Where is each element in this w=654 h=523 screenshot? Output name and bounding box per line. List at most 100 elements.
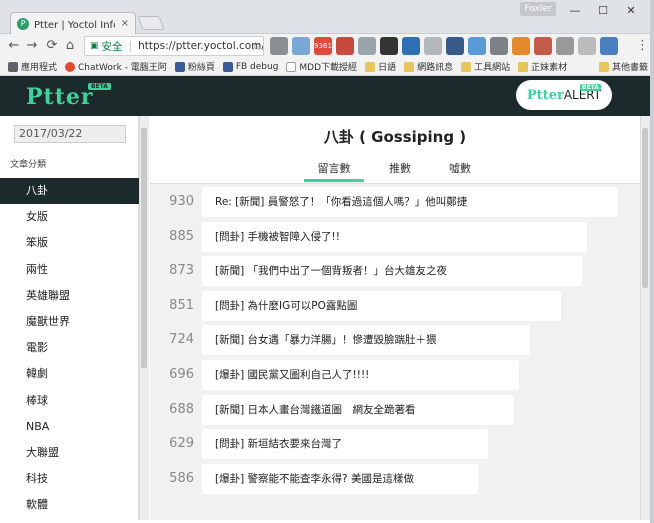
bookmark-item[interactable]: MDD下載授經 <box>286 60 357 73</box>
post-title-card[interactable]: [問卦] 手機被智障入侵了!! <box>202 221 587 252</box>
post-comment-count: 629 <box>169 436 194 452</box>
post-title-card[interactable]: [新聞] 日本人畫台灣鐵道圖 網友全跪著看 <box>202 394 514 425</box>
folder-icon <box>365 61 376 72</box>
post-title-card[interactable]: [新聞] 「我們中出了一個背叛者！」台大雄友之夜 <box>202 256 582 287</box>
forward-arrow-icon[interactable]: → <box>24 37 40 55</box>
facebook-icon <box>222 61 233 72</box>
sidebar-category-item[interactable]: NBA <box>0 414 139 440</box>
bookmark-folder[interactable]: 網路訊息 <box>404 60 453 73</box>
extension-icon[interactable] <box>578 37 596 55</box>
post-title-card[interactable]: [新聞] 台女遇「暴力洋腸」！慘遭毀臉踹肚＋猥 <box>202 325 530 356</box>
post-title-card[interactable]: [問卦] 為什麼IG可以PO露點圖 <box>202 290 561 321</box>
lock-icon: ▣ <box>90 41 99 51</box>
extension-icon[interactable] <box>512 37 530 55</box>
folder-icon <box>518 61 529 72</box>
date-picker[interactable]: 2017/03/22 <box>14 125 126 143</box>
browser-tab-active[interactable]: P Ptter | Yoctol Info. 優拓資 × <box>10 12 136 34</box>
chatwork-icon <box>65 61 76 72</box>
post-comment-count: 688 <box>169 401 194 417</box>
tab-boo-count[interactable]: 噓數 <box>430 160 490 176</box>
main-scrollbar-thumb[interactable] <box>642 128 648 288</box>
sidebar-category-item[interactable]: 八卦 <box>0 178 139 204</box>
post-title-card[interactable]: [爆卦] 警察能不能查李永得? 美國是這樣做 <box>202 463 478 494</box>
category-heading: 文章分類 <box>10 160 47 170</box>
post-title-card[interactable]: Re: [新聞] 員警怒了！「你看過這個人嗎？」他叫鄭捷 <box>202 187 618 217</box>
beta-badge: BETA <box>88 83 111 90</box>
extension-icon[interactable] <box>380 37 398 55</box>
tab-push-count[interactable]: 推數 <box>370 160 430 176</box>
alert-logo: Ptter <box>526 87 564 103</box>
sidebar-category-item[interactable]: 棒球 <box>0 388 139 414</box>
bookmark-item[interactable]: FB debug <box>222 61 278 72</box>
sidebar-category-item[interactable]: 軟體 <box>0 492 139 518</box>
sidebar-scrollbar-thumb[interactable] <box>141 128 147 368</box>
folder-icon <box>598 61 609 72</box>
secure-label: 安全 <box>101 40 123 53</box>
menu-kebab-icon[interactable]: ⋮ <box>636 37 649 55</box>
post-comment-count: 851 <box>169 297 194 313</box>
bookmark-folder[interactable]: 工具網站 <box>461 60 510 73</box>
extension-icon[interactable] <box>556 37 574 55</box>
close-window-icon[interactable]: ✕ <box>618 4 644 18</box>
bookmark-item[interactable]: 粉絲頁 <box>174 60 215 73</box>
bookmark-folder[interactable]: 正妹素材 <box>518 60 567 73</box>
post-comment-count: 873 <box>169 263 194 279</box>
address-separator: | <box>128 40 133 52</box>
extensions-bar: 9361 <box>270 37 618 55</box>
sidebar-category-item[interactable]: 大聯盟 <box>0 440 139 466</box>
extension-icon[interactable] <box>446 37 464 55</box>
post-title-card[interactable]: [問卦] 新垣結衣要來台灣了 <box>202 429 488 460</box>
extension-icon[interactable] <box>336 37 354 55</box>
alert-beta-badge: BETA <box>580 84 601 91</box>
other-bookmarks[interactable]: 其他書籤 <box>598 60 648 73</box>
board-title: 八卦 ( Gossiping ) <box>323 128 467 146</box>
extension-icon[interactable] <box>490 37 508 55</box>
extension-icon[interactable] <box>358 37 376 55</box>
bookmarks-bar: 應用程式 ChatWork - 電腦王阿 粉絲頁 FB debug MDD下載授… <box>0 58 654 76</box>
folder-icon <box>404 61 415 72</box>
sidebar-category-item[interactable]: 科技 <box>0 466 139 492</box>
extension-icon[interactable] <box>292 37 310 55</box>
reload-icon[interactable]: ⟳ <box>44 37 60 55</box>
sidebar-category-item[interactable]: 兩性 <box>0 257 139 283</box>
extension-icon[interactable] <box>402 37 420 55</box>
address-bar[interactable]: ▣ 安全 | https://ptter.yoctol.com/Go <box>84 36 264 56</box>
sidebar-category-item[interactable]: 女版 <box>0 204 139 230</box>
doc-icon <box>286 61 297 72</box>
gmail-icon[interactable]: 9361 <box>314 37 332 55</box>
post-comment-count: 586 <box>169 470 194 486</box>
maximize-icon[interactable]: ☐ <box>590 4 616 18</box>
sidebar-category-item[interactable]: 魔獸世界 <box>0 309 139 335</box>
ptter-logo[interactable]: Ptter <box>26 84 93 110</box>
post-comment-count: 930 <box>169 194 194 209</box>
apps-icon <box>8 61 18 72</box>
tab-comment-count[interactable]: 留言數 <box>304 160 364 182</box>
post-comment-count: 885 <box>169 228 194 244</box>
new-tab-button[interactable] <box>137 16 165 30</box>
home-icon[interactable]: ⌂ <box>62 37 78 55</box>
extension-icon[interactable] <box>600 37 618 55</box>
bookmark-item[interactable]: ChatWork - 電腦王阿 <box>65 60 167 73</box>
tab-close-icon[interactable]: × <box>121 18 129 29</box>
back-arrow-icon[interactable]: ← <box>6 37 22 55</box>
folder-icon <box>461 61 472 72</box>
profile-badge[interactable]: Foxler <box>520 2 556 16</box>
post-title-card[interactable]: [爆卦] 國民黨又圖利自己人了!!!! <box>202 360 519 390</box>
sidebar-category-item[interactable]: 笨版 <box>0 230 139 256</box>
bookmark-star-icon[interactable]: ☆ <box>248 37 264 55</box>
extension-icon[interactable] <box>534 37 552 55</box>
sidebar-category-item[interactable]: 英雄聯盟 <box>0 283 139 309</box>
sidebar-category-item[interactable]: 電影 <box>0 335 139 361</box>
extension-icon[interactable] <box>468 37 486 55</box>
ptter-favicon-icon: P <box>17 17 29 30</box>
bookmark-item[interactable]: 應用程式 <box>8 60 57 73</box>
extension-icon[interactable] <box>424 37 442 55</box>
minimize-icon[interactable]: — <box>562 4 588 18</box>
window-border <box>650 0 654 523</box>
post-comment-count: 696 <box>169 367 194 382</box>
bookmark-folder[interactable]: 日語 <box>365 60 396 73</box>
post-comment-count: 724 <box>169 332 194 348</box>
sidebar-category-item[interactable]: 韓劇 <box>0 361 139 387</box>
facebook-icon <box>174 61 185 72</box>
extension-icon[interactable] <box>270 37 288 55</box>
